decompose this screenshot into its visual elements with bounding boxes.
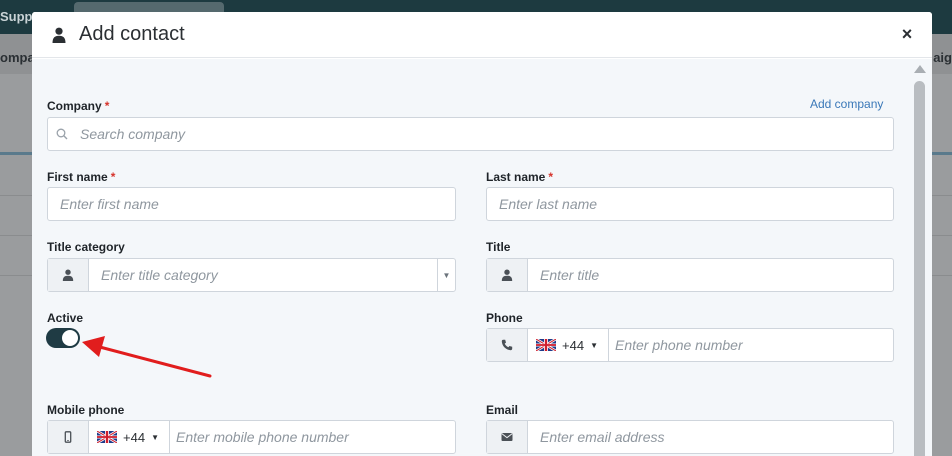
search-icon [48,118,68,150]
company-search-input[interactable]: Search company [47,117,894,151]
title-input[interactable]: Enter title [486,258,894,292]
phone-label: Phone [486,311,523,325]
active-label: Active [47,311,84,325]
user-icon [62,269,74,281]
phone-dial-code: +44 [562,337,585,353]
phone-icon [501,339,513,351]
mobile-phone-label: Mobile phone [47,403,125,417]
chevron-down-icon: ▼ [151,432,159,442]
uk-flag-icon [536,339,556,351]
last-name-input[interactable]: Enter last name [486,187,894,221]
title-category-select[interactable]: Enter title category ▼ [47,258,456,292]
phone-addon [487,329,528,361]
background-nav-left: ompa [0,50,35,65]
email-placeholder: Enter email address [540,429,665,445]
title-addon [487,259,528,291]
modal-title: Add contact [79,23,185,45]
title-placeholder: Enter title [540,267,600,283]
title-category-label: Title category [47,240,125,254]
background-nav-right: aig [933,50,952,65]
company-search-placeholder: Search company [80,126,186,142]
chevron-down-icon: ▼ [590,340,598,350]
envelope-icon [501,433,513,441]
modal-scrollbar[interactable] [913,65,926,456]
title-label: Title [486,240,511,254]
company-label: Company * [47,99,110,113]
user-icon [501,269,513,281]
modal-body: Company * Add company Search company Firs… [32,59,932,456]
phone-placeholder: Enter phone number [614,337,743,353]
phone-input[interactable]: +44 ▼ Enter phone number [486,328,894,362]
user-icon [52,27,66,43]
email-addon [487,421,528,453]
last-name-placeholder: Enter last name [499,196,598,212]
first-name-label: First name * [47,170,116,184]
title-category-addon [48,259,89,291]
required-mark: * [110,170,116,184]
required-mark: * [548,170,554,184]
last-name-label: Last name * [486,170,554,184]
close-icon[interactable]: × [900,25,914,43]
scroll-up-icon[interactable] [914,65,926,73]
email-label: Email [486,403,519,417]
mobile-phone-input[interactable]: +44 ▼ Enter mobile phone number [47,420,456,454]
mobile-phone-placeholder: Enter mobile phone number [175,429,349,445]
required-mark: * [104,99,110,113]
first-name-placeholder: Enter first name [60,196,159,212]
background-tab-underline [0,152,34,155]
mobile-addon [48,421,89,453]
mobile-dial-code: +44 [123,429,146,445]
mobile-icon [64,431,72,443]
title-category-placeholder: Enter title category [101,267,218,283]
phone-country-select[interactable]: +44 ▼ [528,329,609,361]
scroll-thumb[interactable] [914,81,925,456]
uk-flag-icon [97,431,117,443]
active-toggle[interactable] [46,328,80,348]
chevron-down-icon[interactable]: ▼ [437,259,455,291]
email-input[interactable]: Enter email address [486,420,894,454]
add-contact-modal: Add contact × Company * Add company Searc… [32,12,932,456]
modal-header: Add contact × [32,12,932,58]
background-tab-underline-right [932,152,952,155]
first-name-input[interactable]: Enter first name [47,187,456,221]
toggle-knob [62,330,78,346]
mobile-country-select[interactable]: +44 ▼ [89,421,170,453]
add-company-link[interactable]: Add company [810,97,883,111]
